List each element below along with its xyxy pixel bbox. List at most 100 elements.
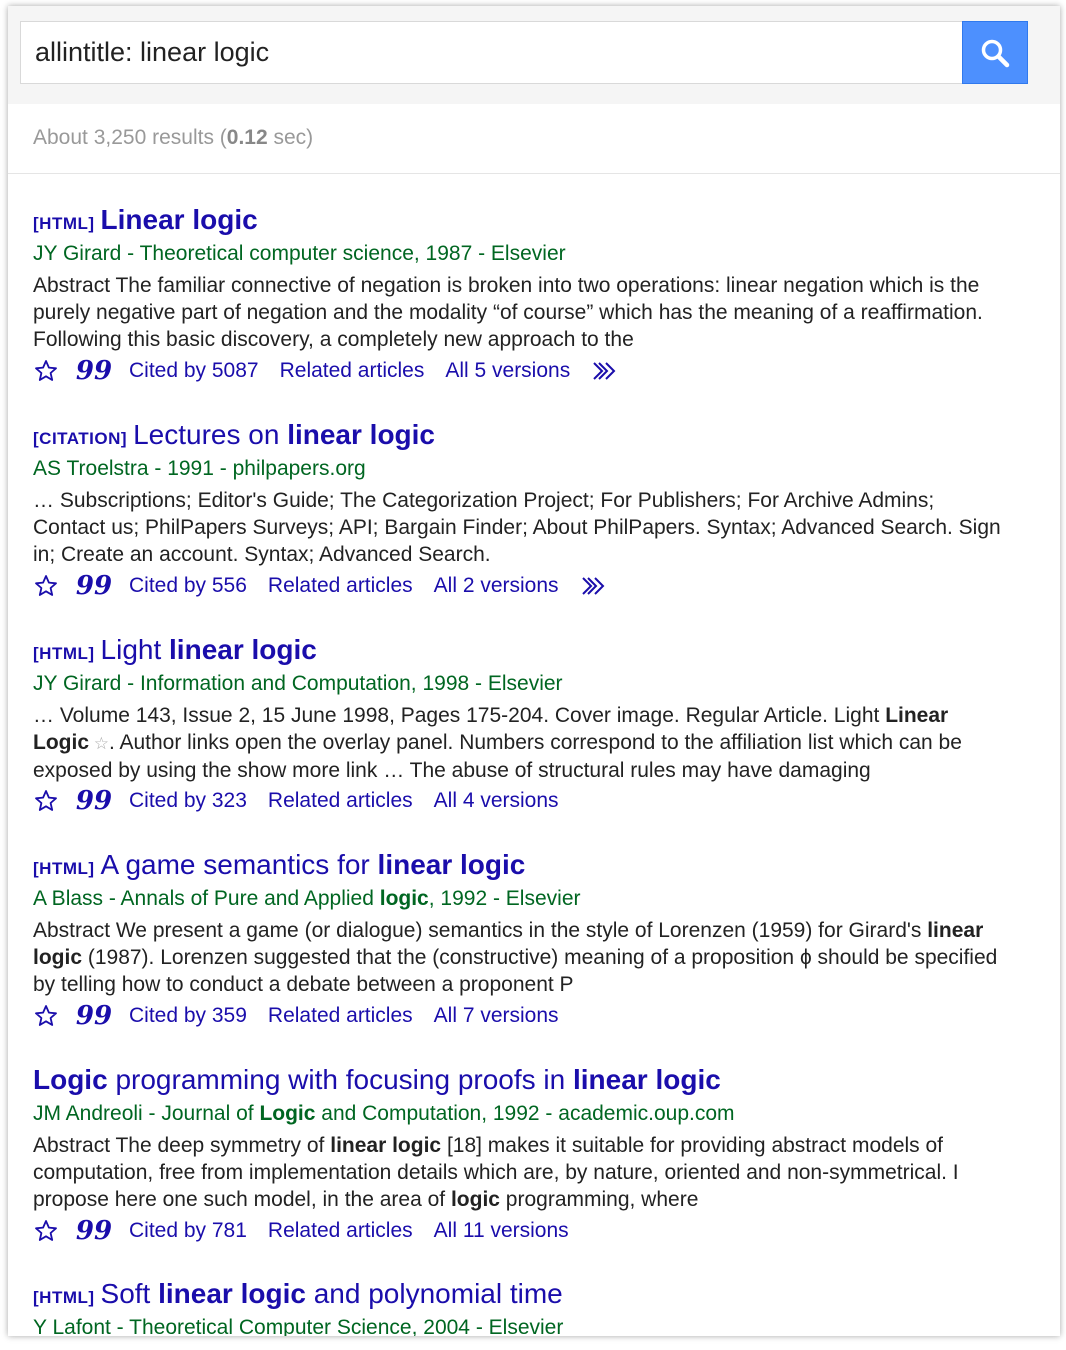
- text-segment: Y Lafont - Theoretical Computer Science,…: [33, 1316, 564, 1336]
- related-articles-link[interactable]: Related articles: [268, 1219, 413, 1243]
- all-versions-link[interactable]: All 4 versions: [434, 789, 559, 813]
- result-type-tag[interactable]: [HTML]: [33, 644, 95, 663]
- related-articles-link[interactable]: Related articles: [268, 789, 413, 813]
- text-segment: A Blass - Annals of Pure and Applied: [33, 887, 380, 910]
- text-segment: linear logic: [377, 849, 526, 880]
- text-segment: Abstract The deep symmetry of: [33, 1134, 331, 1157]
- save-star-icon[interactable]: [32, 1002, 60, 1030]
- result-title-link[interactable]: Lectures on linear logic: [133, 419, 435, 450]
- text-segment: AS Troelstra - 1991 - philpapers.org: [33, 457, 366, 480]
- text-segment: programming with focusing proofs in: [107, 1064, 573, 1095]
- search-result: [HTML] Linear logic JY Girard - Theoretica…: [33, 204, 1033, 386]
- cite-quote-icon[interactable]: 99: [76, 356, 112, 386]
- cited-by-link[interactable]: Cited by 781: [129, 1219, 247, 1243]
- result-type-tag[interactable]: [HTML]: [33, 859, 95, 878]
- result-snippet: Abstract We present a game (or dialogue)…: [33, 917, 1001, 998]
- result-actions: 99 Cited by 556 Related articles All 2 vers…: [33, 571, 1033, 601]
- result-title-line: Logic programming with focusing proofs i…: [33, 1064, 1033, 1100]
- more-chevrons-icon[interactable]: [590, 357, 620, 385]
- result-source: Y Lafont - Theoretical Computer Science,…: [33, 1316, 1033, 1336]
- cited-by-link[interactable]: Cited by 556: [129, 574, 247, 598]
- text-segment: Linear logic: [100, 204, 258, 235]
- text-segment: ☆: [89, 734, 109, 753]
- save-star-icon[interactable]: [32, 787, 60, 815]
- text-segment: linear logic: [158, 1278, 306, 1309]
- text-segment: linear logic: [169, 634, 317, 665]
- text-segment: . Author links open the overlay panel. N…: [33, 731, 962, 782]
- cited-by-link[interactable]: Cited by 323: [129, 789, 247, 813]
- search-input[interactable]: [20, 21, 964, 84]
- text-segment: , 1992 - Elsevier: [428, 887, 581, 910]
- cite-quote-icon[interactable]: 99: [76, 571, 112, 601]
- results-stats-bar: About 3,250 results (0.12 sec): [8, 104, 1060, 174]
- all-versions-link[interactable]: All 11 versions: [434, 1219, 569, 1243]
- all-versions-link[interactable]: All 2 versions: [434, 574, 559, 598]
- text-segment: and Computation, 1992 - academic.oup.com: [315, 1102, 735, 1125]
- text-segment: programming, where: [499, 1188, 699, 1211]
- result-title-link[interactable]: A game semantics for linear logic: [101, 849, 526, 880]
- text-segment: linear logic: [287, 419, 436, 450]
- result-snippet: … Subscriptions; Editor's Guide; The Cat…: [33, 487, 1001, 568]
- result-title-line: [HTML] Soft linear logic and polynomial t…: [33, 1278, 1033, 1314]
- result-snippet: Abstract The deep symmetry of linear log…: [33, 1132, 1001, 1213]
- text-segment: Abstract The familiar connective of nega…: [33, 274, 983, 351]
- all-versions-link[interactable]: All 5 versions: [445, 359, 570, 383]
- text-segment: JM Andreoli - Journal of: [33, 1102, 260, 1125]
- save-star-icon[interactable]: [32, 357, 60, 385]
- text-segment: Lectures on: [133, 419, 288, 450]
- result-actions: 99 Cited by 359 Related articles All 7 vers…: [33, 1001, 1033, 1031]
- text-segment: A game semantics for: [100, 849, 378, 880]
- cite-quote-icon[interactable]: 99: [76, 786, 112, 816]
- text-segment: and polynomial time: [305, 1278, 563, 1309]
- result-title-link[interactable]: Linear logic: [101, 204, 258, 235]
- result-type-tag[interactable]: [CITATION]: [33, 429, 127, 448]
- result-actions: 99 Cited by 323 Related articles All 4 vers…: [33, 786, 1033, 816]
- search-button[interactable]: [962, 21, 1028, 84]
- cite-quote-icon[interactable]: 99: [76, 1216, 112, 1246]
- cited-by-link[interactable]: Cited by 5087: [129, 359, 259, 383]
- text-segment: linear logic: [573, 1064, 721, 1095]
- result-actions: 99 Cited by 781 Related articles All 11 ver…: [33, 1216, 1033, 1246]
- result-actions: 99 Cited by 5087 Related articles All 5 ver…: [33, 356, 1033, 386]
- result-title-link[interactable]: Logic programming with focusing proofs i…: [33, 1064, 721, 1095]
- text-segment: Abstract We present a game (or dialogue)…: [33, 919, 928, 942]
- search-result: [HTML] A game semantics for linear logic A…: [33, 849, 1033, 1031]
- result-title-link[interactable]: Soft linear logic and polynomial time: [101, 1278, 563, 1309]
- result-type-tag[interactable]: [HTML]: [33, 214, 95, 233]
- text-segment: Soft: [100, 1278, 159, 1309]
- result-snippet: Abstract The familiar connective of nega…: [33, 272, 1001, 353]
- save-star-icon[interactable]: [32, 572, 60, 600]
- search-icon: [981, 39, 1010, 67]
- text-segment: Logic: [33, 1064, 108, 1095]
- result-title-line: [HTML] A game semantics for linear logic: [33, 849, 1033, 885]
- text-segment: … Volume 143, Issue 2, 15 June 1998, Pag…: [33, 704, 886, 727]
- text-segment: JY Girard - Information and Computation,…: [33, 672, 563, 695]
- text-segment: linear logic: [330, 1134, 442, 1157]
- text-segment: JY Girard - Theoretical computer science…: [33, 242, 566, 265]
- text-segment: logic: [450, 1188, 500, 1211]
- text-segment: … Subscriptions; Editor's Guide; The Cat…: [33, 489, 1001, 566]
- related-articles-link[interactable]: Related articles: [280, 359, 425, 383]
- search-result: Logic programming with focusing proofs i…: [33, 1064, 1033, 1246]
- result-source: JY Girard - Information and Computation,…: [33, 672, 1033, 702]
- related-articles-link[interactable]: Related articles: [268, 574, 413, 598]
- result-source: JY Girard - Theoretical computer science…: [33, 242, 1033, 272]
- result-title-line: [HTML] Linear logic: [33, 204, 1033, 240]
- cite-quote-icon[interactable]: 99: [76, 1001, 112, 1031]
- text-segment: Light: [100, 634, 170, 665]
- result-title-link[interactable]: Light linear logic: [101, 634, 317, 665]
- all-versions-link[interactable]: All 7 versions: [434, 1004, 559, 1028]
- result-title-line: [HTML] Light linear logic: [33, 634, 1033, 670]
- save-star-icon[interactable]: [32, 1217, 60, 1245]
- cited-by-link[interactable]: Cited by 359: [129, 1004, 247, 1028]
- result-type-tag[interactable]: [HTML]: [33, 1288, 95, 1307]
- search-result: [CITATION] Lectures on linear logic AS Tro…: [33, 419, 1033, 601]
- result-source: AS Troelstra - 1991 - philpapers.org: [33, 457, 1033, 487]
- search-header: [8, 6, 1060, 104]
- related-articles-link[interactable]: Related articles: [268, 1004, 413, 1028]
- result-snippet: … Volume 143, Issue 2, 15 June 1998, Pag…: [33, 702, 1001, 783]
- more-chevrons-icon[interactable]: [579, 572, 609, 600]
- text-segment: (1987). Lorenzen suggested that the (con…: [33, 946, 998, 996]
- result-source: JM Andreoli - Journal of Logic and Compu…: [33, 1102, 1033, 1132]
- search-result: [HTML] Light linear logic JY Girard - Info…: [33, 634, 1033, 816]
